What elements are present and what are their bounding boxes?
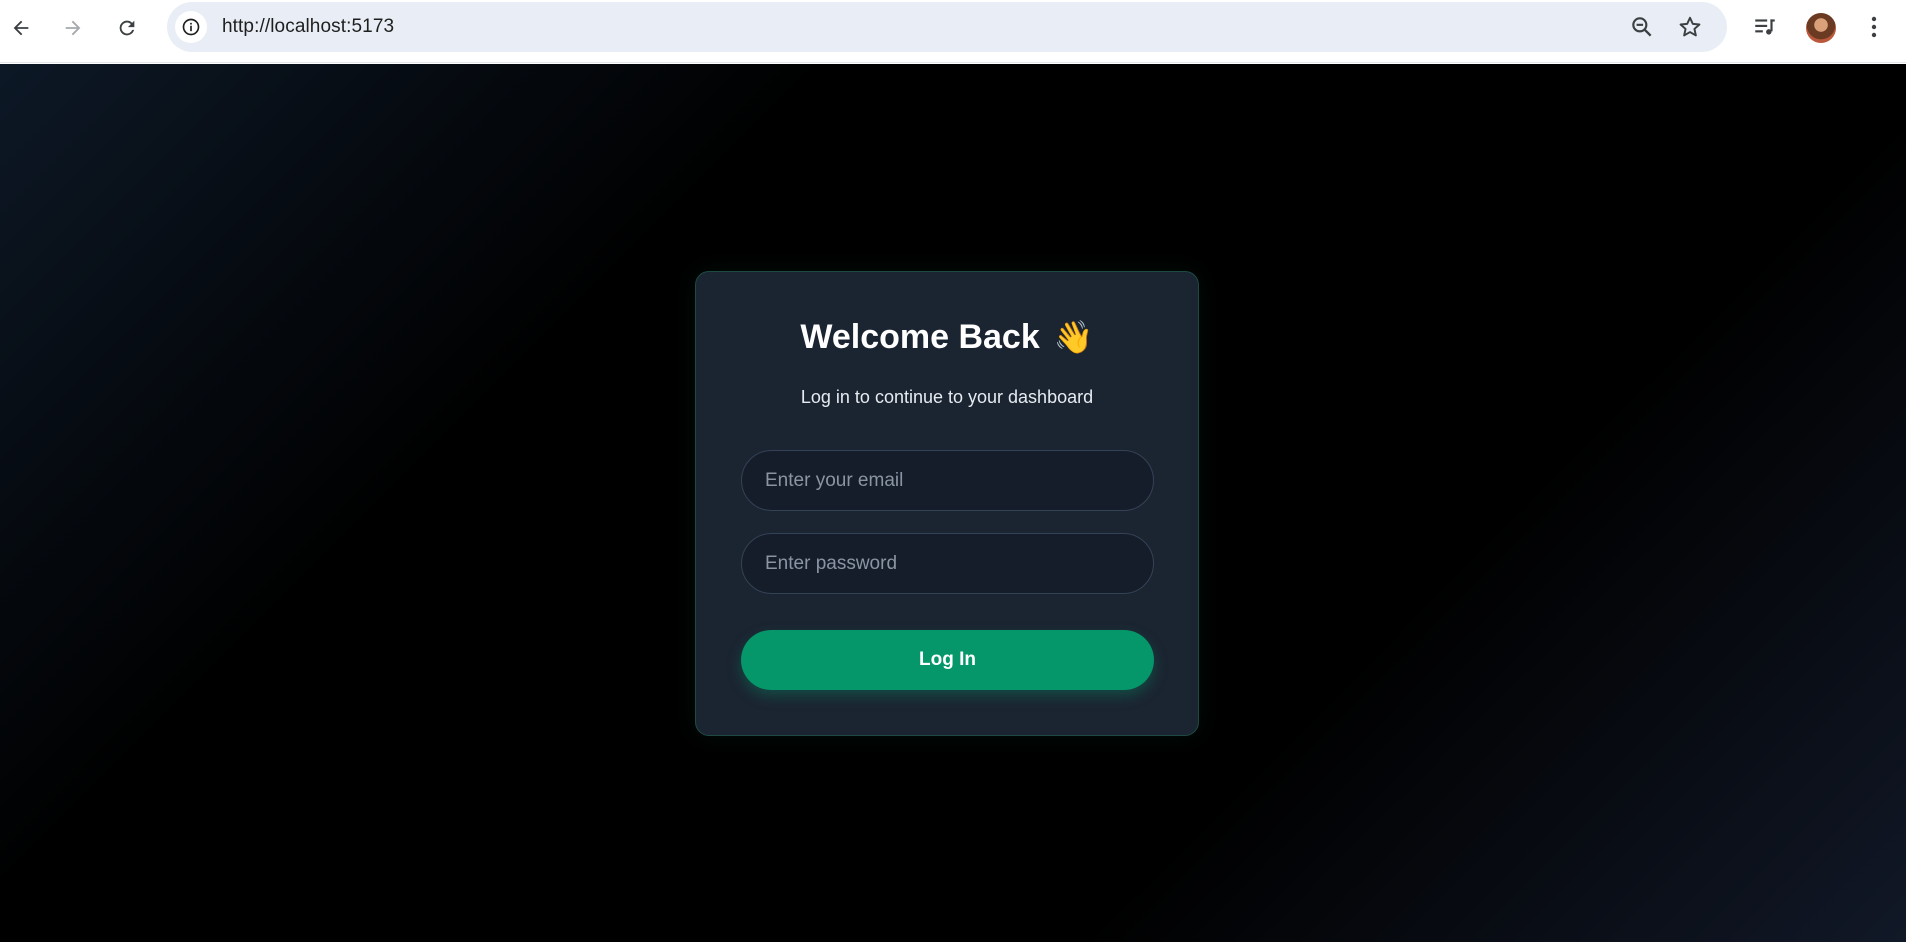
- page-background: Welcome Back 👋 Log in to continue to your…: [0, 64, 1906, 942]
- url-text[interactable]: http://localhost:5173: [222, 16, 394, 38]
- star-icon[interactable]: [1677, 14, 1703, 40]
- page-title: Welcome Back 👋: [696, 318, 1198, 357]
- info-icon: [182, 18, 200, 36]
- email-field[interactable]: [741, 450, 1154, 511]
- media-playlist-icon[interactable]: [1752, 14, 1778, 40]
- login-card: Welcome Back 👋 Log in to continue to your…: [695, 271, 1199, 736]
- forward-button[interactable]: [55, 10, 91, 46]
- back-button[interactable]: [3, 10, 39, 46]
- reload-button[interactable]: [109, 10, 145, 46]
- site-info-button[interactable]: [175, 11, 207, 43]
- password-field[interactable]: [741, 533, 1154, 594]
- title-text: Welcome Back: [800, 318, 1040, 356]
- login-button[interactable]: Log In: [741, 630, 1154, 690]
- page-subtitle: Log in to continue to your dashboard: [800, 387, 1094, 407]
- arrow-left-icon: [13, 20, 29, 36]
- browser-toolbar: http://localhost:5173: [0, 0, 1906, 63]
- reload-icon: [119, 20, 135, 36]
- waving-hand-icon: 👋: [1053, 319, 1094, 355]
- arrow-right-icon: [65, 20, 81, 36]
- kebab-menu-icon[interactable]: [1864, 14, 1884, 40]
- zoom-out-icon[interactable]: [1629, 14, 1655, 40]
- avatar[interactable]: [1806, 13, 1836, 43]
- address-bar[interactable]: http://localhost:5173: [167, 2, 1727, 52]
